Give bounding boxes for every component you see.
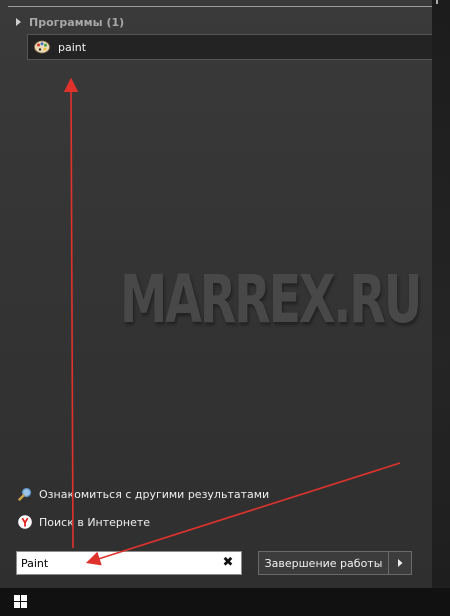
shutdown-label: Завершение работы <box>264 556 383 570</box>
logo-pane <box>21 595 27 601</box>
programs-section-title: Программы (1) <box>29 15 125 29</box>
logo-pane <box>14 602 20 608</box>
start-menu-panel: Программы (1) paint MARREX.RU Ознакомить… <box>0 0 438 588</box>
paint-palette-icon <box>34 40 50 54</box>
top-divider <box>8 6 432 7</box>
program-item-paint[interactable]: paint <box>27 34 438 60</box>
program-item-label: paint <box>58 40 87 54</box>
watermark: MARREX.RU <box>119 261 422 338</box>
search-input[interactable] <box>17 552 221 574</box>
logo-pane <box>14 595 20 601</box>
chevron-right-icon <box>398 559 403 567</box>
expand-triangle-icon <box>16 18 21 26</box>
programs-section-header[interactable]: Программы (1) <box>16 14 124 30</box>
more-results-link[interactable]: Ознакомиться с другими результатами <box>18 485 269 503</box>
shutdown-button[interactable]: Завершение работы <box>258 551 389 575</box>
edge-tick <box>436 0 438 4</box>
magnifier-icon <box>18 487 32 501</box>
yandex-icon <box>18 515 32 529</box>
windows-logo-icon[interactable] <box>14 595 28 609</box>
close-icon[interactable]: ✖ <box>221 556 235 570</box>
search-box[interactable]: ✖ <box>16 551 242 575</box>
more-results-label: Ознакомиться с другими результатами <box>39 487 270 501</box>
shutdown-group: Завершение работы <box>258 551 412 575</box>
internet-search-label: Поиск в Интернете <box>39 515 151 529</box>
internet-search-link[interactable]: Поиск в Интернете <box>18 513 150 531</box>
shutdown-options-button[interactable] <box>389 551 412 575</box>
right-edge-shadow <box>432 0 450 588</box>
logo-pane <box>21 602 27 608</box>
taskbar <box>0 588 450 616</box>
